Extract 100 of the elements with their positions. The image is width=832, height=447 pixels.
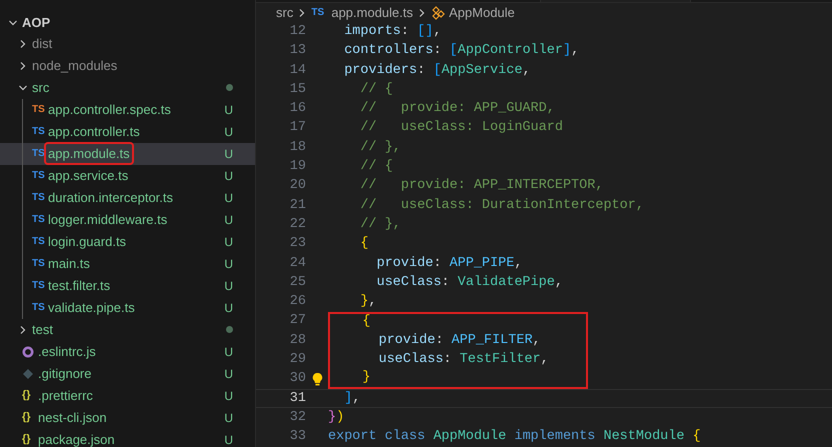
line-number: 30 xyxy=(288,370,306,388)
git-status: U xyxy=(224,432,233,447)
folder-name: dist xyxy=(32,34,52,53)
git-status: U xyxy=(224,234,233,250)
lightbulb-icon[interactable] xyxy=(312,372,322,386)
typescript-file-icon: TS xyxy=(32,212,48,227)
typescript-file-icon: TS xyxy=(32,278,48,293)
folder-row[interactable]: test xyxy=(0,318,255,340)
line-number: 26 xyxy=(288,293,306,312)
folder-name: node_modules xyxy=(32,56,118,75)
file-row[interactable]: {} nest-cli.json U xyxy=(0,406,255,428)
line-number: 19 xyxy=(288,158,306,176)
line-number: 33 xyxy=(288,428,306,446)
line-number: 23 xyxy=(288,235,306,254)
file-name: app.controller.spec.ts xyxy=(48,100,171,119)
file-name: main.ts xyxy=(48,254,90,273)
file-row[interactable]: .gitignore U xyxy=(0,362,255,384)
typescript-file-icon: TS xyxy=(32,190,48,205)
git-status: U xyxy=(224,124,233,140)
folder-name: test xyxy=(32,320,53,339)
typescript-file-icon: TS xyxy=(32,300,48,315)
line-number: 22 xyxy=(288,216,306,234)
code-line: }) xyxy=(328,408,344,427)
file-name: login.guard.ts xyxy=(48,232,126,251)
git-status: U xyxy=(224,344,233,360)
line-number: 31 xyxy=(288,390,306,408)
typescript-file-icon: TS xyxy=(32,146,48,161)
file-name: .prettierrc xyxy=(38,386,93,405)
file-row[interactable]: TS validate.pipe.ts U xyxy=(0,296,255,318)
code-line: // useClass: DurationInterceptor, xyxy=(359,196,644,215)
line-number: 25 xyxy=(288,274,306,292)
file-row[interactable]: TS logger.middleware.ts U xyxy=(0,208,255,230)
file-row[interactable]: TS app.module.ts U xyxy=(0,142,255,164)
file-row[interactable]: {} .prettierrc U xyxy=(0,384,255,406)
code-line: imports: [], xyxy=(343,23,442,41)
folder-name: src xyxy=(32,78,50,97)
code-line: { xyxy=(328,312,588,332)
line-number: 14 xyxy=(288,62,306,80)
git-status: U xyxy=(224,212,233,228)
code-line: // }, xyxy=(359,216,401,234)
code-line: // provide: APP_INTERCEPTOR, xyxy=(359,177,604,196)
code-line: useClass: TestFilter, xyxy=(328,350,588,370)
line-number: 32 xyxy=(288,408,306,427)
typescript-file-icon: TS xyxy=(32,256,48,271)
line-number: 27 xyxy=(288,312,306,330)
breadcrumb-item[interactable]: app.module.ts xyxy=(331,2,414,22)
git-status: U xyxy=(224,410,233,426)
line-number: 18 xyxy=(288,138,306,157)
folder-row[interactable]: AOP xyxy=(0,13,255,32)
file-row[interactable]: TS main.ts U xyxy=(0,252,255,274)
file-row[interactable]: TS duration.interceptor.ts U xyxy=(0,186,255,208)
code-line: } xyxy=(328,370,588,390)
git-status: U xyxy=(224,168,233,184)
code-line: ], xyxy=(343,390,360,408)
git-status: U xyxy=(224,366,233,382)
git-status: U xyxy=(224,102,233,118)
line-number: 24 xyxy=(288,254,306,273)
folder-row[interactable]: src xyxy=(0,76,255,98)
json-file-icon: {} xyxy=(22,387,38,404)
code-line: providers: [AppService, xyxy=(343,62,531,80)
file-row[interactable]: TS login.guard.ts U xyxy=(0,230,255,252)
line-number: 21 xyxy=(288,196,306,215)
code-line: // { xyxy=(359,80,393,99)
file-row[interactable]: TS app.controller.ts U xyxy=(0,120,255,142)
folder-row[interactable]: dist xyxy=(0,32,255,54)
breadcrumb-item[interactable]: src xyxy=(276,2,294,22)
folder-row[interactable]: node_modules xyxy=(0,54,255,76)
file-name: validate.pipe.ts xyxy=(48,298,135,317)
git-status: U xyxy=(224,300,233,316)
line-number: 15 xyxy=(288,80,306,99)
file-name: .gitignore xyxy=(38,364,92,383)
code-line: }, xyxy=(359,293,377,312)
code-line: useClass: ValidatePipe, xyxy=(376,274,563,292)
line-number: 13 xyxy=(288,42,306,60)
file-name: .eslintrc.js xyxy=(38,342,96,361)
git-status: U xyxy=(224,256,233,272)
typescript-file-icon: TS xyxy=(32,234,48,249)
file-name: nest-cli.json xyxy=(38,408,107,427)
git-status: U xyxy=(224,278,233,294)
git-status: U xyxy=(224,190,233,206)
folder-name: AOP xyxy=(22,14,50,32)
file-row[interactable]: {} package.json U xyxy=(0,428,255,447)
line-number: 29 xyxy=(288,351,306,370)
code-line: export class AppModule implements NestModule { xyxy=(328,428,701,446)
file-row[interactable]: TS app.controller.spec.ts U xyxy=(0,98,255,120)
typescript-file-icon: TS xyxy=(32,124,48,139)
file-name: app.service.ts xyxy=(48,166,128,185)
json-file-icon: {} xyxy=(22,431,38,447)
file-row[interactable]: .eslintrc.js U xyxy=(0,340,255,362)
json-file-icon: {} xyxy=(22,409,38,426)
git-status: U xyxy=(224,388,233,404)
file-row[interactable]: TS app.service.ts U xyxy=(0,164,255,186)
line-number: 17 xyxy=(288,119,306,138)
line-number: 20 xyxy=(288,177,306,196)
typescript-file-icon: TS xyxy=(32,102,48,117)
file-name: app.module.ts xyxy=(46,144,132,164)
breadcrumb-item[interactable]: AppModule xyxy=(449,2,515,22)
file-row[interactable]: TS test.filter.ts U xyxy=(0,274,255,296)
code-line: // provide: APP_GUARD, xyxy=(359,100,555,118)
code-line: // { xyxy=(359,158,393,176)
